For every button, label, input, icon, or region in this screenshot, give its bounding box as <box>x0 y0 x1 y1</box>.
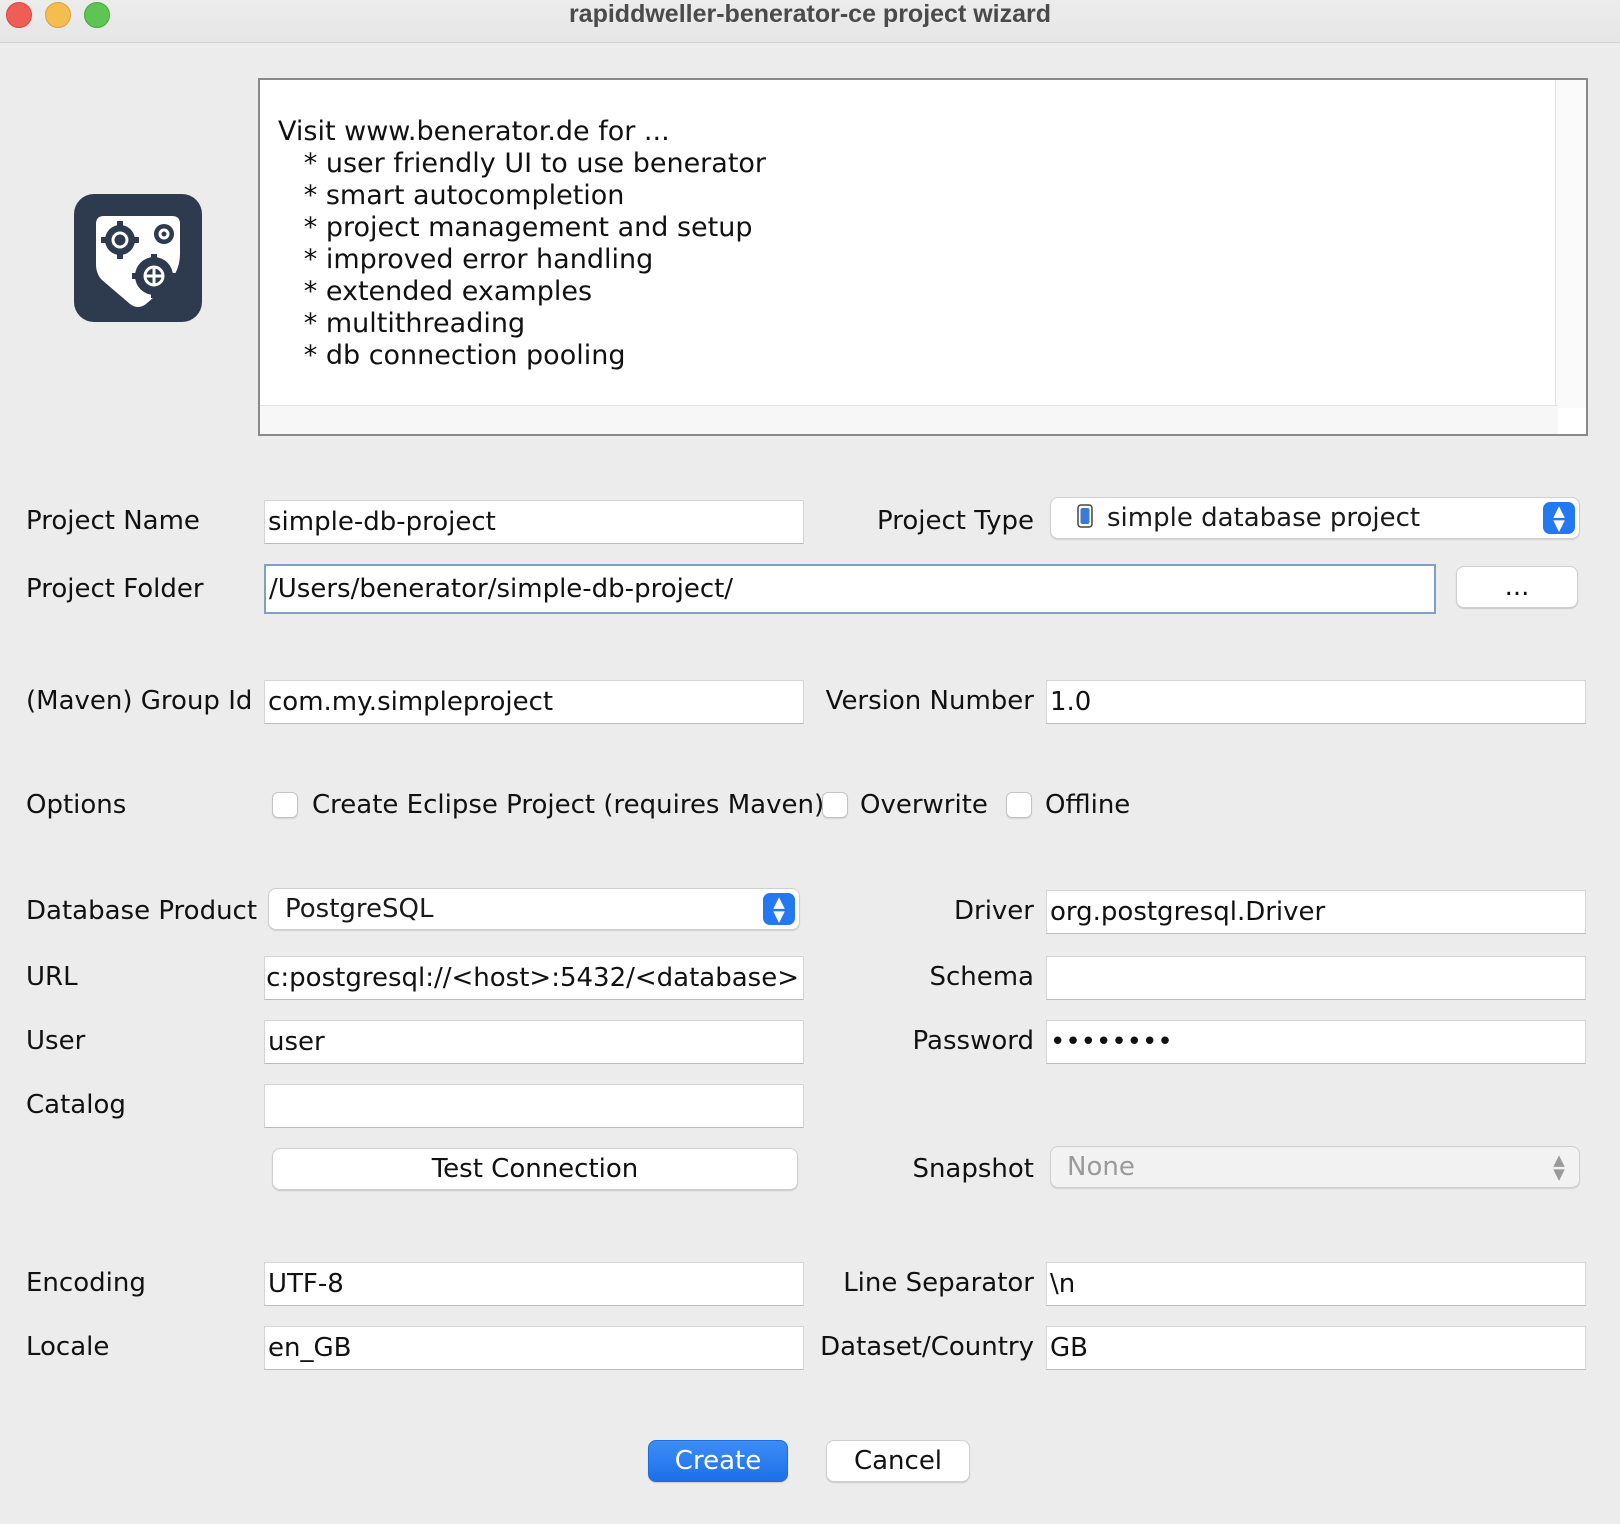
info-horizontal-scrollbar[interactable] <box>260 405 1558 434</box>
chevron-updown-icon: ▲ ▼ <box>1553 1151 1565 1183</box>
browse-folder-button[interactable]: ... <box>1456 566 1578 608</box>
project-name-input[interactable]: simple-db-project <box>264 500 804 544</box>
gears-logo-graphic <box>96 216 180 307</box>
url-value: jdbc:postgresql://<host>:5432/<database> <box>264 963 799 993</box>
driver-input[interactable]: org.postgresql.Driver <box>1046 890 1586 934</box>
cancel-button[interactable]: Cancel <box>826 1440 970 1482</box>
options-label: Options <box>26 790 127 820</box>
locale-input[interactable]: en_GB <box>264 1326 804 1370</box>
dataset-country-input[interactable]: GB <box>1046 1326 1586 1370</box>
url-input[interactable]: jdbc:postgresql://<host>:5432/<database> <box>264 956 804 1000</box>
info-text: Visit www.benerator.de for ... * user fr… <box>278 116 767 371</box>
schema-label: Schema <box>929 962 1034 992</box>
group-id-label: (Maven) Group Id <box>26 686 253 716</box>
version-input[interactable]: 1.0 <box>1046 680 1586 724</box>
user-input[interactable]: user <box>264 1020 804 1064</box>
url-label: URL <box>26 962 78 992</box>
encoding-input[interactable]: UTF-8 <box>264 1262 804 1306</box>
overwrite-checkbox[interactable] <box>822 792 848 818</box>
create-eclipse-project-checkbox[interactable] <box>272 792 298 818</box>
info-text-area[interactable]: Visit www.benerator.de for ... * user fr… <box>258 78 1588 436</box>
title-bar: rapiddweller-benerator-ce project wizard <box>0 0 1620 43</box>
password-label: Password <box>912 1026 1034 1056</box>
snapshot-select[interactable]: None ▲ ▼ <box>1050 1146 1580 1188</box>
group-id-input[interactable]: com.my.simpleproject <box>264 680 804 724</box>
database-product-select[interactable]: PostgreSQL ▲ ▼ <box>268 888 800 930</box>
project-type-select[interactable]: simple database project ▲ ▼ <box>1050 497 1580 539</box>
project-name-label: Project Name <box>26 506 200 536</box>
database-product-label: Database Product <box>26 896 258 926</box>
project-type-label: Project Type <box>877 506 1034 536</box>
chevron-updown-icon: ▲ ▼ <box>763 893 795 925</box>
locale-label: Locale <box>26 1332 110 1362</box>
gears-icon <box>74 194 202 322</box>
driver-label: Driver <box>953 896 1034 926</box>
offline-checkbox[interactable] <box>1006 792 1032 818</box>
snapshot-label: Snapshot <box>912 1154 1034 1184</box>
schema-input[interactable] <box>1046 956 1586 1000</box>
snapshot-value: None <box>1067 1152 1135 1182</box>
project-wizard-window: rapiddweller-benerator-ce project wizard <box>0 0 1620 1524</box>
version-label: Version Number <box>825 686 1034 716</box>
password-input[interactable]: •••••••• <box>1046 1020 1586 1064</box>
info-vertical-scrollbar[interactable] <box>1555 80 1586 408</box>
encoding-label: Encoding <box>26 1268 146 1298</box>
offline-label[interactable]: Offline <box>1045 788 1130 822</box>
project-type-value: simple database project <box>1107 503 1421 533</box>
line-separator-input[interactable]: \n <box>1046 1262 1586 1306</box>
window-title: rapiddweller-benerator-ce project wizard <box>568 0 1052 28</box>
test-connection-button[interactable]: Test Connection <box>272 1148 798 1190</box>
catalog-input[interactable] <box>264 1084 804 1128</box>
create-button[interactable]: Create <box>648 1440 788 1482</box>
project-folder-input[interactable]: /Users/benerator/simple-db-project/ <box>264 564 1436 614</box>
dataset-country-label: Dataset/Country <box>820 1332 1034 1362</box>
database-product-value: PostgreSQL <box>285 894 434 924</box>
chevron-updown-icon: ▲ ▼ <box>1543 502 1575 534</box>
project-folder-label: Project Folder <box>26 574 204 604</box>
overwrite-label[interactable]: Overwrite <box>860 788 988 822</box>
line-separator-label: Line Separator <box>843 1268 1034 1298</box>
create-eclipse-project-label[interactable]: Create Eclipse Project (requires Maven) <box>312 788 824 822</box>
database-icon <box>1077 503 1093 528</box>
user-label: User <box>26 1026 86 1056</box>
catalog-label: Catalog <box>26 1090 126 1120</box>
